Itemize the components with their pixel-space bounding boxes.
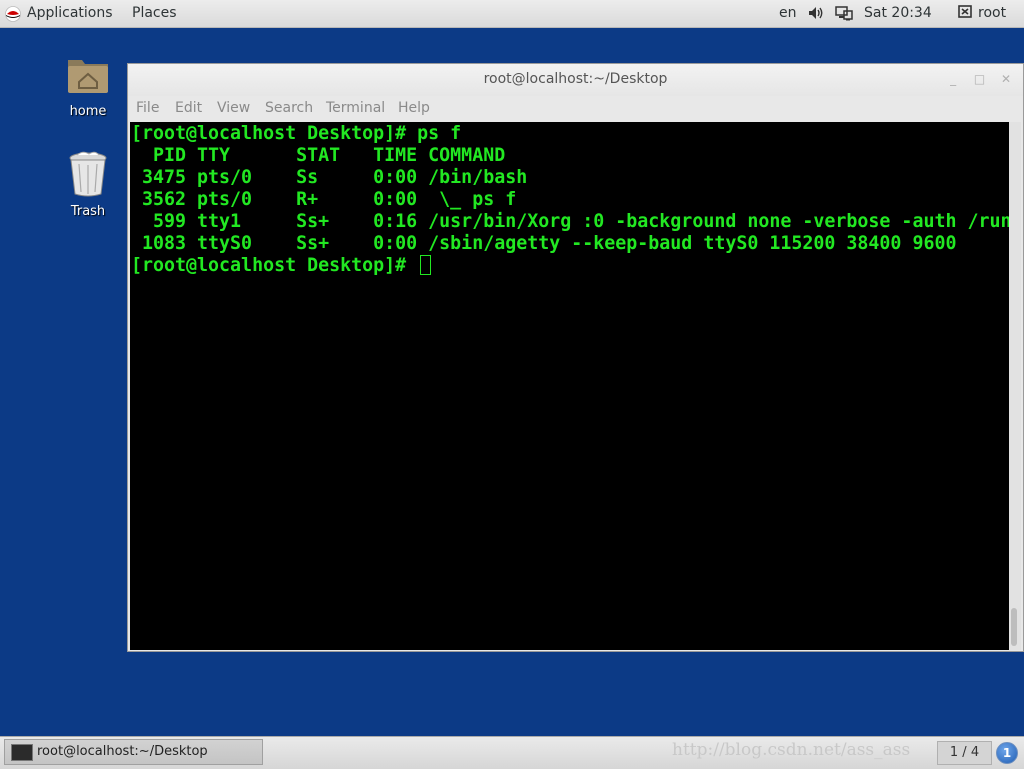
- trash-icon: [69, 151, 107, 197]
- terminal-scrollbar[interactable]: [1009, 122, 1021, 650]
- applications-menu[interactable]: Applications: [27, 5, 113, 22]
- terminal-line: 599 tty1 Ss+ 0:16 /usr/bin/Xorg :0 -back…: [131, 211, 1010, 232]
- terminal-window[interactable]: root@localhost:~/Desktop _ □ ✕ File Edit…: [127, 63, 1024, 652]
- terminal-prompt-line[interactable]: [root@localhost Desktop]#: [131, 255, 1010, 277]
- volume-icon[interactable]: [807, 5, 825, 21]
- menu-help[interactable]: Help: [398, 100, 430, 116]
- network-icon[interactable]: [835, 5, 853, 21]
- terminal-line: PID TTY STAT TIME COMMAND: [131, 145, 506, 166]
- minimize-icon[interactable]: _: [942, 64, 964, 94]
- terminal-line: 1083 ttyS0 Ss+ 0:00 /sbin/agetty --keep-…: [131, 233, 957, 254]
- user-status-icon[interactable]: [958, 5, 972, 18]
- user-menu[interactable]: root: [978, 5, 1006, 22]
- clock[interactable]: Sat 20:34: [864, 5, 932, 22]
- window-title: root@localhost:~/Desktop: [483, 71, 668, 87]
- top-panel: Applications Places en Sat 20:34 root: [0, 0, 1024, 28]
- home-folder-icon: [68, 60, 108, 93]
- terminal-cursor: [420, 255, 432, 275]
- language-indicator[interactable]: en: [779, 5, 797, 22]
- terminal-line: [root@localhost Desktop]# ps f: [131, 123, 462, 144]
- scrollbar-thumb[interactable]: [1011, 608, 1017, 646]
- menu-view[interactable]: View: [217, 100, 250, 116]
- places-menu[interactable]: Places: [132, 5, 177, 22]
- menu-edit[interactable]: Edit: [175, 100, 202, 116]
- menu-search[interactable]: Search: [265, 100, 313, 116]
- bottom-panel: root@localhost:~/Desktop http://blog.csd…: [0, 736, 1024, 769]
- redhat-logo-icon: [5, 6, 21, 22]
- terminal-icon: [11, 744, 33, 761]
- close-icon[interactable]: ✕: [995, 64, 1017, 94]
- taskbar-item-label: root@localhost:~/Desktop: [37, 744, 208, 759]
- workspace-switcher[interactable]: 1 / 4: [937, 741, 992, 765]
- menu-terminal[interactable]: Terminal: [326, 100, 385, 116]
- desktop-icon-label: Trash: [70, 204, 106, 219]
- notification-badge[interactable]: 1: [996, 742, 1018, 764]
- terminal-line: 3562 pts/0 R+ 0:00 \_ ps f: [131, 189, 517, 210]
- menu-file[interactable]: File: [136, 100, 159, 116]
- window-titlebar[interactable]: root@localhost:~/Desktop _ □ ✕: [128, 64, 1023, 96]
- taskbar-item-terminal[interactable]: root@localhost:~/Desktop: [4, 739, 263, 765]
- terminal-line: 3475 pts/0 Ss 0:00 /bin/bash: [131, 167, 528, 188]
- terminal-prompt: [root@localhost Desktop]#: [131, 255, 418, 276]
- terminal-output[interactable]: [root@localhost Desktop]# ps f PID TTY S…: [130, 122, 1010, 650]
- desktop-icon-label: home: [69, 104, 107, 119]
- maximize-icon[interactable]: □: [969, 64, 991, 94]
- desktop-icon-trash[interactable]: Trash: [48, 150, 128, 219]
- terminal-menubar: File Edit View Search Terminal Help: [128, 96, 1023, 122]
- desktop-icon-home[interactable]: home: [48, 52, 128, 119]
- watermark: http://blog.csdn.net/ass_ass: [672, 740, 911, 760]
